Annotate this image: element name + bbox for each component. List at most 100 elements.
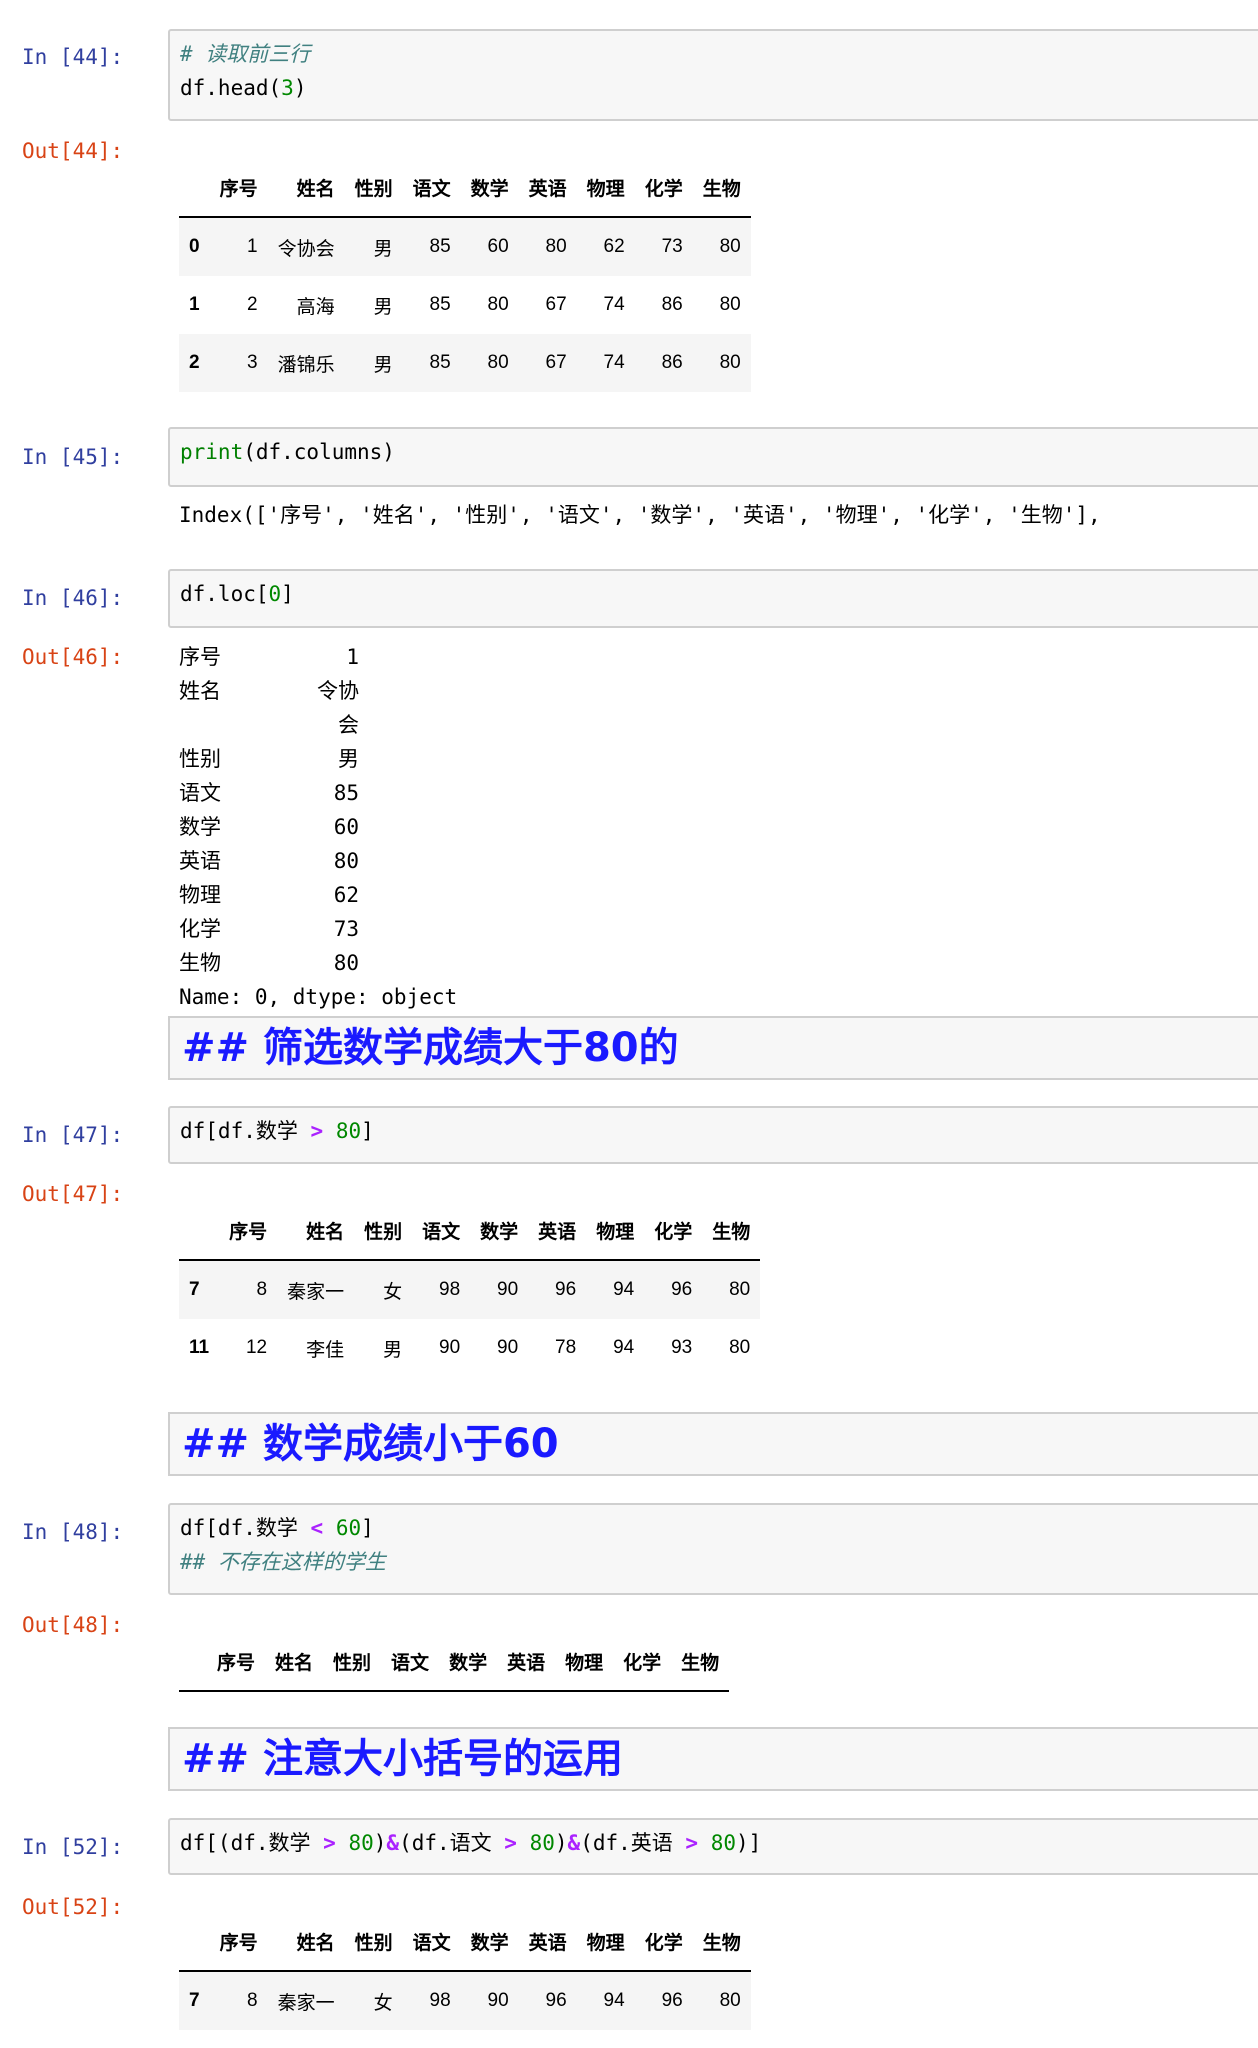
table-row: 7 8 秦家一 女 98 90 96 94 96 80 <box>179 1971 751 2030</box>
table-cell: 80 <box>719 1990 741 2011</box>
table-cell: 男 <box>373 296 393 318</box>
table-cell: 1 <box>247 236 258 257</box>
table-cell: 98 <box>439 1279 461 1300</box>
code-cell[interactable]: df[df.数学 < 60] ## 不存在这样的学生 <box>168 1503 1258 1595</box>
column-header: 语文 <box>412 1932 451 1954</box>
table-cell: 男 <box>373 238 393 260</box>
column-header: 数学 <box>449 1652 488 1674</box>
column-header: 语文 <box>412 178 451 200</box>
output-prompt: Out[52]: <box>22 1895 124 1919</box>
code-text: ) <box>373 1831 387 1855</box>
table-cell: 94 <box>613 1279 635 1300</box>
code-cell[interactable]: print(df.columns) <box>168 427 1258 487</box>
series-row: 英语 80 <box>179 844 457 878</box>
table-header-row: 序号 姓名 性别 语文 数学 英语 物理 化学 生物 <box>179 1201 761 1260</box>
markdown-heading[interactable]: ## 注意大小括号的运用 <box>168 1727 1258 1791</box>
column-header: 姓名 <box>275 1652 314 1674</box>
output-prompt: Out[46]: <box>22 645 124 669</box>
series-label: 英语 <box>179 849 221 873</box>
code-text: ) <box>293 76 307 100</box>
table-cell: 90 <box>497 1279 519 1300</box>
code-text: (df.语文 <box>399 1831 505 1855</box>
table-cell: 96 <box>545 1990 567 2011</box>
table-cell: 74 <box>603 352 625 373</box>
table-cell: 62 <box>603 236 625 257</box>
table-cell: 93 <box>671 1337 693 1358</box>
column-header: 物理 <box>586 1932 625 1954</box>
code-cell[interactable]: # 读取前三行 df.head(3) <box>168 29 1258 121</box>
table-cell: 80 <box>545 236 567 257</box>
series-label: 物理 <box>179 883 221 907</box>
code-keyword: print <box>180 440 244 464</box>
series-value: 1 <box>346 645 359 669</box>
table-cell: 3 <box>247 352 258 373</box>
output-prompt: Out[44]: <box>22 139 124 163</box>
markdown-heading[interactable]: ## 数学成绩小于60 <box>168 1412 1258 1476</box>
markdown-heading[interactable]: ## 筛选数学成绩大于80的 <box>168 1016 1258 1080</box>
series-value: 73 <box>333 917 359 941</box>
table-cell: 80 <box>729 1337 751 1358</box>
series-row: 语文 85 <box>179 776 457 810</box>
series-value: 85 <box>333 781 359 805</box>
table-cell: 85 <box>429 352 451 373</box>
row-index: 1 <box>189 294 200 315</box>
input-prompt: In [52]: <box>22 1835 124 1859</box>
series-label: 性别 <box>179 747 221 771</box>
input-prompt: In [44]: <box>22 45 124 69</box>
column-header: 性别 <box>354 178 393 200</box>
table-row: 1 2 高海 男 85 80 67 74 86 80 <box>179 276 751 334</box>
table-cell: 94 <box>603 1990 625 2011</box>
series-label: 序号 <box>179 645 221 669</box>
column-header: 物理 <box>586 178 625 200</box>
code-cell[interactable]: df.loc[0] <box>168 569 1258 628</box>
code-cell[interactable]: df[df.数学 > 80] <box>168 1106 1258 1164</box>
series-output: 序号 1 姓名 令协会 性别 男语文 85 数学 60 英语 80 物理 62 化学 73 生物 80 Name… <box>179 640 457 1014</box>
column-header: 化学 <box>644 178 683 200</box>
series-row: 序号 1 <box>179 640 457 674</box>
table-cell: 女 <box>373 1992 393 2014</box>
dataframe-table: 序号 姓名 性别 语文 数学 英语 物理 化学 生物 0 1 令协会男 85 60 80 62 73 80 1 2 高海… <box>179 158 751 392</box>
column-header: 化学 <box>654 1221 693 1243</box>
series-label: 姓名 <box>179 679 221 703</box>
series-label: 化学 <box>179 917 221 941</box>
column-header: 性别 <box>333 1652 372 1674</box>
table-cell: 85 <box>429 294 451 315</box>
table-cell: 90 <box>497 1337 519 1358</box>
table-cell: 12 <box>245 1337 268 1358</box>
table-cell: 男 <box>383 1339 403 1361</box>
row-index: 7 <box>189 1279 200 1300</box>
code-operator: > <box>310 1119 324 1143</box>
series-value: 60 <box>333 815 359 839</box>
code-operator: > <box>323 1831 336 1855</box>
column-header: 姓名 <box>296 178 335 200</box>
column-header: 英语 <box>507 1652 546 1674</box>
code-text: (df.columns) <box>243 440 395 464</box>
table-cell: 李佳 <box>306 1339 345 1361</box>
table-cell: 令协会 <box>277 238 335 260</box>
table-cell: 8 <box>256 1279 268 1300</box>
series-value: 80 <box>333 849 359 873</box>
table-cell: 96 <box>671 1279 693 1300</box>
column-header: 语文 <box>391 1652 430 1674</box>
series-label: 语文 <box>179 781 221 805</box>
index-header <box>179 158 210 217</box>
table-cell: 86 <box>661 352 683 373</box>
table-row: 7 8 秦家一 女 98 90 96 94 96 80 <box>179 1260 761 1319</box>
column-header: 生物 <box>681 1652 720 1674</box>
table-header-row: 序号 姓名 性别 语文 数学 英语 物理 化学 生物 <box>179 1632 730 1691</box>
output-prompt: Out[47]: <box>22 1182 124 1206</box>
table-cell: 85 <box>429 236 451 257</box>
column-header: 物理 <box>565 1652 604 1674</box>
index-header <box>179 1201 219 1260</box>
series-value: 令协会 <box>317 679 359 737</box>
code-operator: & <box>386 1831 400 1855</box>
table-cell: 94 <box>613 1337 635 1358</box>
row-index: 11 <box>189 1337 210 1358</box>
column-header: 英语 <box>528 178 567 200</box>
table-cell: 98 <box>429 1990 451 2011</box>
table-row: 2 3 潘锦乐 男 85 80 67 74 86 80 <box>179 334 751 392</box>
column-header: 姓名 <box>306 1221 345 1243</box>
table-cell: 男 <box>373 354 393 376</box>
table-cell: 90 <box>439 1337 461 1358</box>
code-cell[interactable]: df[(df.数学 > 80)&(df.语文 > 80)&(df.英语 > 80… <box>168 1818 1258 1875</box>
